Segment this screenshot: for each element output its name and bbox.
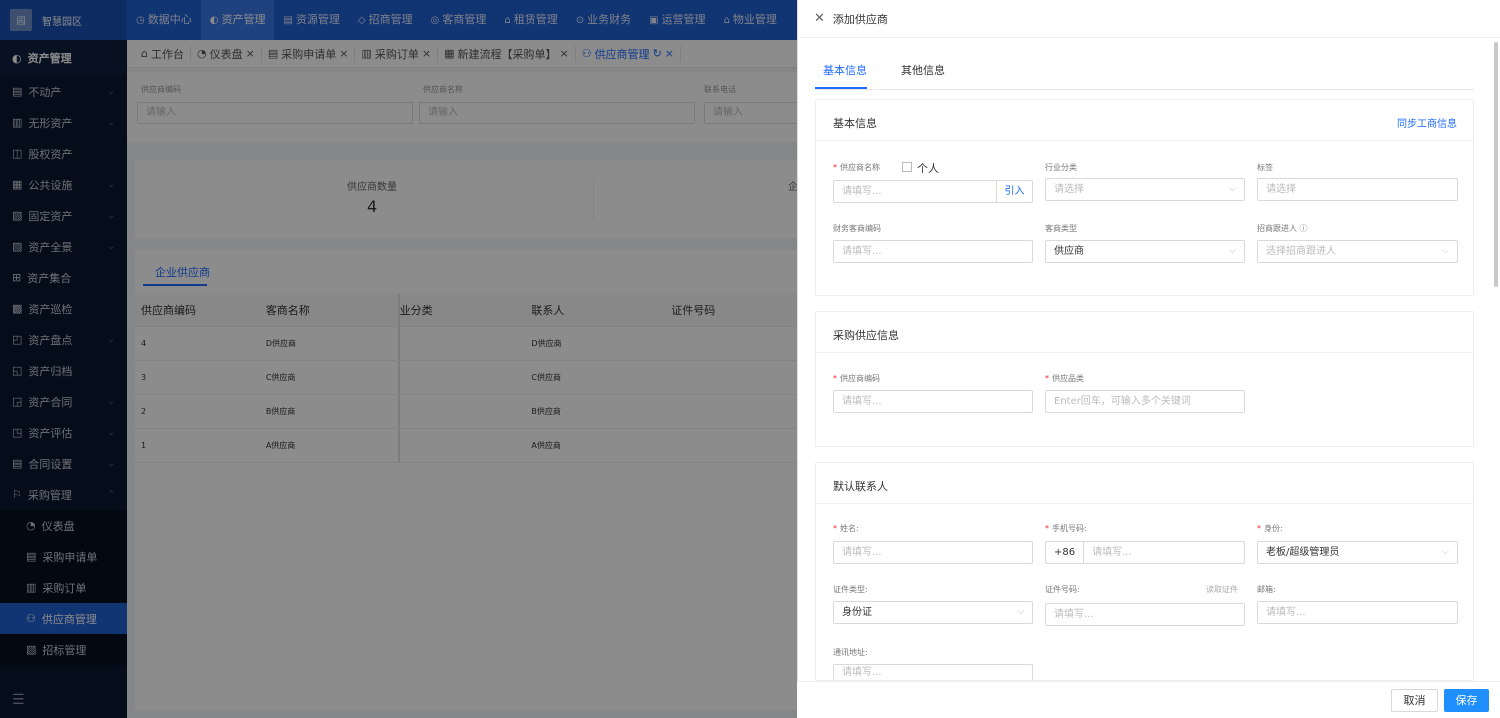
contact-name-label: * 姓名: bbox=[833, 524, 859, 533]
chevron-down-icon: ⌵ bbox=[1017, 607, 1024, 617]
section-title: 基本信息 bbox=[833, 117, 877, 130]
label-text: 供应商编码 bbox=[840, 374, 880, 383]
personal-label: 个人 bbox=[917, 162, 939, 175]
select-value: 身份证 bbox=[842, 607, 872, 618]
chevron-down-icon: ⌵ bbox=[1442, 547, 1449, 557]
select-value: 供应商 bbox=[1054, 246, 1084, 257]
id-type-select[interactable]: 身份证 ⌵ bbox=[833, 601, 1033, 624]
save-button[interactable]: 保存 bbox=[1444, 689, 1489, 712]
chevron-down-icon: ⌵ bbox=[1229, 184, 1236, 194]
placeholder: 请选择 bbox=[1054, 184, 1084, 195]
id-type-label: 证件类型: bbox=[833, 585, 868, 594]
finance-code-label: 财务客商编码 bbox=[833, 224, 881, 233]
supplier-code-label: * 供应商编码 bbox=[833, 374, 880, 383]
add-supplier-drawer: ✕ 添加供应商 基本信息 其他信息 基本信息 同步工商信息 * 供应商名称 个人 … bbox=[797, 0, 1500, 718]
select-value: 老板/超级管理员 bbox=[1266, 547, 1340, 558]
industry-label: 行业分类 bbox=[1045, 163, 1077, 172]
drawer-tabs: 基本信息 其他信息 bbox=[815, 62, 1474, 90]
phone-input[interactable]: +86 请填写... bbox=[1045, 541, 1245, 564]
follower-label: 招商跟进人 ⓘ bbox=[1257, 224, 1308, 233]
industry-select[interactable]: 请选择 ⌵ bbox=[1045, 178, 1245, 201]
placeholder: 请选择 bbox=[1266, 184, 1296, 195]
chevron-down-icon: ⌵ bbox=[1442, 246, 1449, 256]
merchant-type-select[interactable]: 供应商 ⌵ bbox=[1045, 240, 1245, 263]
drawer-footer: 取消 保存 bbox=[797, 681, 1500, 718]
label-text: 手机号码: bbox=[1052, 524, 1087, 533]
role-select[interactable]: 老板/超级管理员 ⌵ bbox=[1257, 541, 1458, 564]
drawer-header: ✕ 添加供应商 bbox=[798, 0, 1500, 38]
basic-info-section: 基本信息 同步工商信息 * 供应商名称 个人 请填写... 引入 行业分类 请选择 ⌵… bbox=[815, 99, 1474, 296]
phone-label: * 手机号码: bbox=[1045, 524, 1087, 533]
label-text: 身份: bbox=[1264, 524, 1283, 533]
divider bbox=[816, 352, 1473, 353]
email-input[interactable]: 请填写... bbox=[1257, 601, 1458, 624]
label-text: 姓名: bbox=[840, 524, 859, 533]
tab-basic-info[interactable]: 基本信息 bbox=[823, 62, 867, 78]
divider bbox=[816, 140, 1473, 141]
role-label: * 身份: bbox=[1257, 524, 1283, 533]
supplier-name-input[interactable]: 请填写... 引入 bbox=[833, 180, 1033, 203]
address-input[interactable]: 请填写... bbox=[833, 664, 1033, 680]
tab-other-info[interactable]: 其他信息 bbox=[901, 62, 945, 78]
cancel-button[interactable]: 取消 bbox=[1391, 689, 1438, 712]
personal-checkbox[interactable] bbox=[902, 162, 912, 172]
section-title: 默认联系人 bbox=[833, 480, 888, 493]
supply-category-label: * 供应品类 bbox=[1045, 374, 1084, 383]
purchase-supply-section: 采购供应信息 * 供应商编码 请填写... * 供应品类 Enter回车，可输入多个… bbox=[815, 311, 1474, 447]
merchant-type-label: 客商类型 bbox=[1045, 224, 1077, 233]
read-id-link[interactable]: 读取证件 bbox=[1206, 584, 1238, 595]
follower-select[interactable]: 选择招商跟进人 ⌵ bbox=[1257, 240, 1458, 263]
supplier-code-input[interactable]: 请填写... bbox=[833, 390, 1033, 413]
contact-name-input[interactable]: 请填写... bbox=[833, 541, 1033, 564]
divider bbox=[816, 503, 1473, 504]
label-text: 供应商名称 bbox=[840, 163, 880, 172]
id-number-label: 证件号码: bbox=[1045, 585, 1080, 594]
address-label: 通讯地址: bbox=[833, 648, 868, 657]
section-title: 采购供应信息 bbox=[833, 329, 899, 342]
drawer-title: 添加供应商 bbox=[832, 12, 888, 26]
default-contact-section: 默认联系人 * 姓名: 请填写... * 手机号码: +86 请填写... * 身份: … bbox=[815, 462, 1474, 681]
label-text: 供应品类 bbox=[1052, 374, 1084, 383]
placeholder: 请填写... bbox=[842, 186, 882, 197]
supply-category-input[interactable]: Enter回车，可输入多个关键词 bbox=[1045, 390, 1245, 413]
close-icon[interactable]: ✕ bbox=[814, 11, 825, 26]
id-number-input[interactable]: 请填写... bbox=[1045, 603, 1245, 626]
placeholder: 选择招商跟进人 bbox=[1266, 246, 1336, 257]
tag-label: 标签 bbox=[1257, 163, 1273, 172]
finance-code-input[interactable]: 请填写... bbox=[833, 240, 1033, 263]
email-label: 邮箱: bbox=[1257, 585, 1276, 594]
supplier-name-label: * 供应商名称 bbox=[833, 163, 880, 172]
tab-underline bbox=[815, 87, 867, 89]
import-button[interactable]: 引入 bbox=[996, 181, 1032, 202]
modal-overlay[interactable] bbox=[0, 0, 797, 718]
scrollbar[interactable] bbox=[1494, 42, 1498, 287]
placeholder: 请填写... bbox=[1092, 547, 1132, 558]
tag-select[interactable]: 请选择 bbox=[1257, 178, 1458, 201]
sync-business-info-link[interactable]: 同步工商信息 bbox=[1397, 115, 1457, 130]
chevron-down-icon: ⌵ bbox=[1229, 246, 1236, 256]
phone-prefix[interactable]: +86 bbox=[1054, 542, 1085, 563]
